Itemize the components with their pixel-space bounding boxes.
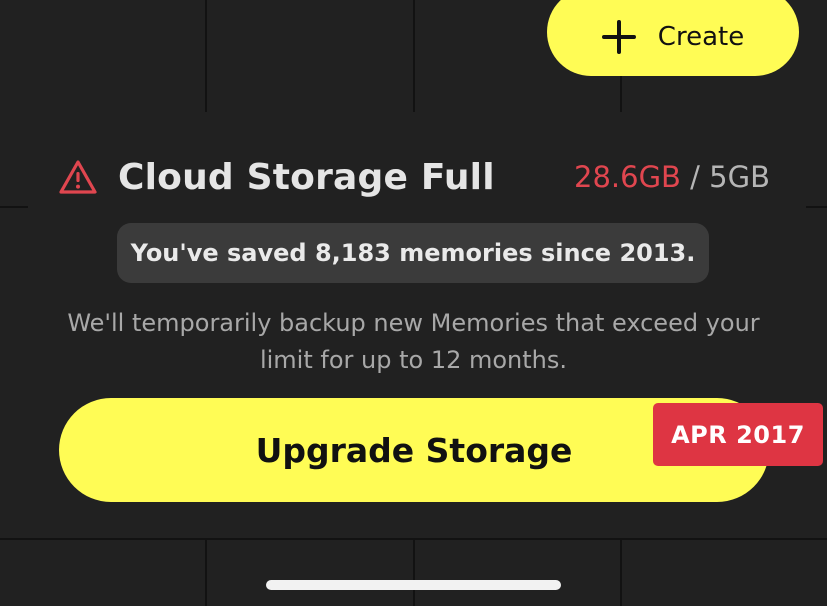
grid-line <box>205 538 207 606</box>
create-label: Create <box>657 22 745 52</box>
grid-line <box>413 0 415 112</box>
memories-count-pill: You've saved 8,183 memories since 2013. <box>117 223 709 283</box>
upgrade-storage-label: Upgrade Storage <box>255 430 573 470</box>
grid-line <box>205 0 207 112</box>
grid-line <box>0 206 28 208</box>
storage-separator: / <box>680 160 710 194</box>
date-tag: APR 2017 <box>653 403 823 466</box>
storage-title-group: Cloud Storage Full <box>58 157 495 198</box>
storage-full-screen: Create Cloud Storage Full 28.6GB / 5GB Y… <box>0 0 827 606</box>
storage-description: We'll temporarily backup new Memories th… <box>67 309 760 374</box>
plus-icon <box>601 20 636 54</box>
grid-line <box>620 538 622 606</box>
storage-used: 28.6GB <box>574 160 681 194</box>
storage-usage: 28.6GB / 5GB <box>574 160 770 194</box>
home-indicator[interactable] <box>266 580 561 590</box>
storage-limit: 5GB <box>709 160 770 194</box>
storage-title: Cloud Storage Full <box>118 156 495 198</box>
storage-header: Cloud Storage Full 28.6GB / 5GB <box>58 150 770 204</box>
warning-triangle-icon <box>59 160 97 194</box>
create-button[interactable]: Create <box>547 0 799 76</box>
grid-line <box>413 538 415 606</box>
